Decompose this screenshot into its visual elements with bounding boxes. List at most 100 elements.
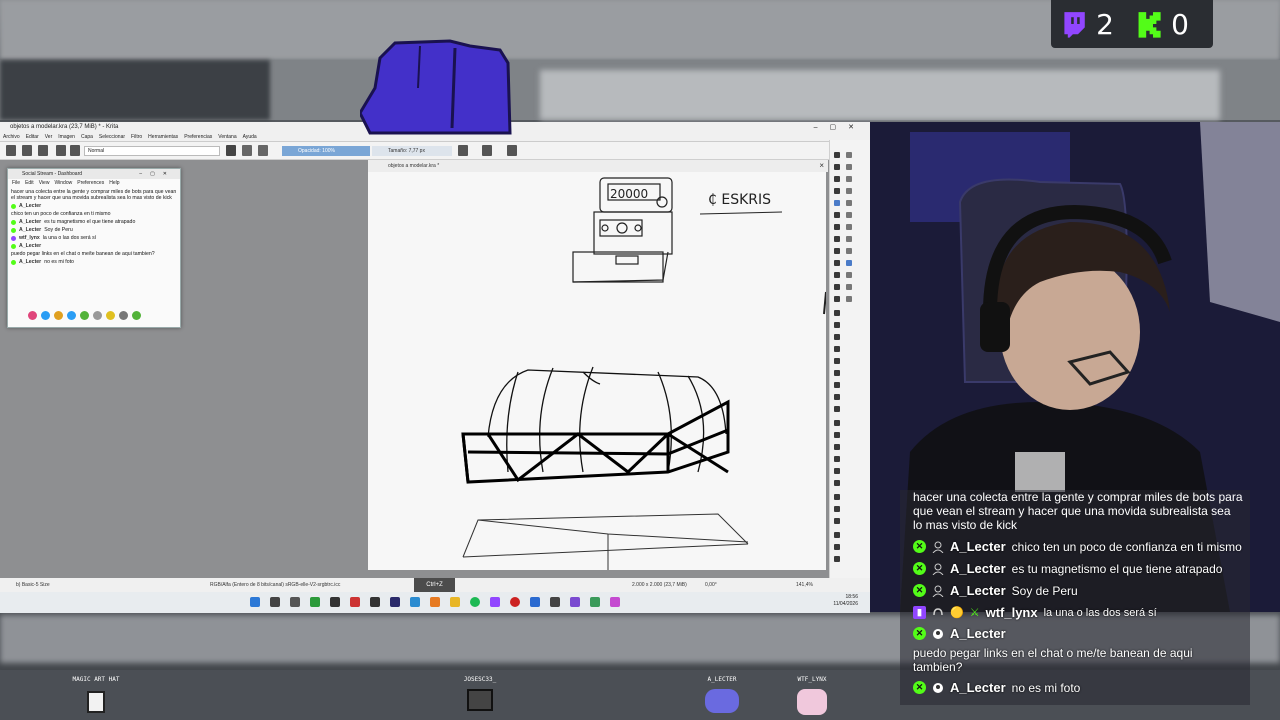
docker-wrap-icon[interactable] <box>846 296 852 302</box>
select-tool-icon[interactable] <box>834 152 840 158</box>
app-icon-1[interactable] <box>290 597 300 607</box>
docker-brushes-icon[interactable] <box>846 176 852 182</box>
explorer-icon[interactable] <box>450 597 460 607</box>
social-stream-controls[interactable]: –▢✕ <box>139 169 175 179</box>
app-icon-4[interactable] <box>410 597 420 607</box>
mirror-icon[interactable] <box>458 145 468 156</box>
contiguous-select-icon[interactable] <box>834 468 840 474</box>
ss-menu-view[interactable]: View <box>39 179 50 187</box>
menu-archivo[interactable]: Archivo <box>3 133 20 141</box>
ss-menu-edit[interactable]: Edit <box>25 179 34 187</box>
docker-panel-icon[interactable] <box>846 152 852 158</box>
system-clock[interactable]: 18:56 11/04/2026 <box>833 594 858 608</box>
xbox-icon[interactable] <box>310 597 320 607</box>
dynamic-brush-icon[interactable] <box>834 296 840 302</box>
app-icon-3[interactable] <box>370 597 380 607</box>
premiere-icon[interactable] <box>390 597 400 607</box>
menu-filtro[interactable]: Filtro <box>131 133 142 141</box>
start-icon[interactable] <box>250 597 260 607</box>
docker-mirror-icon[interactable] <box>846 284 852 290</box>
menu-capa[interactable]: Capa <box>81 133 93 141</box>
menu-editar[interactable]: Editar <box>26 133 39 141</box>
line-tool-icon[interactable] <box>834 212 840 218</box>
twitch-app-icon[interactable] <box>490 597 500 607</box>
move-tool-icon[interactable] <box>834 322 840 328</box>
menu-ayuda[interactable]: Ayuda <box>243 133 257 141</box>
tts-icon[interactable] <box>119 311 128 320</box>
edit-shapes-icon[interactable] <box>834 176 840 182</box>
app-icon-7[interactable] <box>570 597 580 607</box>
obs-icon[interactable] <box>510 597 520 607</box>
freehand-path-icon[interactable] <box>834 284 840 290</box>
blend-mode-select[interactable]: Normal <box>84 146 220 156</box>
text-tool-icon[interactable] <box>834 164 840 170</box>
app-icon-8[interactable] <box>590 597 600 607</box>
brush-preset-icon[interactable] <box>56 145 66 156</box>
docker-snap-icon[interactable] <box>846 272 852 278</box>
docker-icon[interactable] <box>834 544 840 550</box>
transform-tool-icon[interactable] <box>834 334 840 340</box>
open-icon[interactable] <box>22 145 32 156</box>
docker-active-icon[interactable] <box>846 260 852 266</box>
new-document-icon[interactable] <box>6 145 16 156</box>
polygon-tool-icon[interactable] <box>834 248 840 254</box>
pause-icon[interactable] <box>28 311 37 320</box>
rect-select-icon[interactable] <box>834 420 840 426</box>
colorize-icon[interactable] <box>834 358 840 364</box>
zoom-tool-icon[interactable] <box>834 494 840 500</box>
taskview-icon[interactable] <box>270 597 280 607</box>
menu-seleccionar[interactable]: Seleccionar <box>99 133 125 141</box>
close-tab-icon[interactable]: × <box>819 160 824 172</box>
send-icon[interactable] <box>132 311 141 320</box>
assistant-tool-icon[interactable] <box>834 394 840 400</box>
crop-icon[interactable] <box>507 145 517 156</box>
preserve-alpha-icon[interactable] <box>242 145 252 156</box>
docker-color-icon[interactable] <box>846 188 852 194</box>
freehand-brush-icon[interactable] <box>834 200 840 206</box>
palette-icon[interactable] <box>834 532 840 538</box>
vscode-icon[interactable] <box>530 597 540 607</box>
polyline-tool-icon[interactable] <box>834 260 840 266</box>
spotify-icon[interactable] <box>470 597 480 607</box>
rectangle-tool-icon[interactable] <box>834 224 840 230</box>
measure-tool-icon[interactable] <box>834 406 840 412</box>
pin-icon[interactable] <box>106 311 115 320</box>
pattern-icon[interactable] <box>70 145 80 156</box>
redo-icon[interactable] <box>846 224 852 230</box>
reload-icon[interactable] <box>258 145 268 156</box>
docker-layers-icon[interactable] <box>846 164 852 170</box>
ss-menu-window[interactable]: Window <box>54 179 72 187</box>
calligraphy-icon[interactable] <box>834 188 840 194</box>
app-icon-6[interactable] <box>550 597 560 607</box>
polygon-select-icon[interactable] <box>834 444 840 450</box>
docker-grid-icon[interactable] <box>846 248 852 254</box>
menu-ver[interactable]: Ver <box>45 133 53 141</box>
menu-preferencias[interactable]: Preferencias <box>184 133 212 141</box>
docker-view-icon[interactable] <box>846 236 852 242</box>
filter-icon[interactable] <box>67 311 76 320</box>
freehand-select-icon[interactable] <box>834 456 840 462</box>
gradient-tool-icon[interactable] <box>834 346 840 352</box>
docker-history-icon[interactable] <box>846 200 852 206</box>
chat-icon[interactable] <box>41 311 50 320</box>
app-icon-2[interactable] <box>330 597 340 607</box>
status-zoom[interactable]: 141,4% <box>796 578 813 592</box>
krita-icon[interactable] <box>610 597 620 607</box>
ss-menu-preferences[interactable]: Preferences <box>77 179 104 187</box>
similar-select-icon[interactable] <box>834 480 840 486</box>
drawing-canvas[interactable]: 20000 ₵ ESKRIS <box>368 172 826 570</box>
eyedropper-icon[interactable] <box>834 382 840 388</box>
docker-extra-icon[interactable] <box>834 556 840 562</box>
size-slider[interactable]: Tamaño: 7,77 px <box>372 146 452 156</box>
ellipse-tool-icon[interactable] <box>834 236 840 242</box>
menu-imagen[interactable]: Imagen <box>58 133 75 141</box>
menu-herramientas[interactable]: Herramientas <box>148 133 178 141</box>
pinterest-icon[interactable] <box>350 597 360 607</box>
app-icon-5[interactable] <box>430 597 440 607</box>
bezier-tool-icon[interactable] <box>834 272 840 278</box>
window-controls[interactable]: –▢✕ <box>814 122 866 133</box>
crop-tool-icon[interactable] <box>834 310 840 316</box>
undo-icon[interactable] <box>846 212 852 218</box>
emote-icon[interactable] <box>80 311 89 320</box>
ss-menu-help[interactable]: Help <box>109 179 119 187</box>
